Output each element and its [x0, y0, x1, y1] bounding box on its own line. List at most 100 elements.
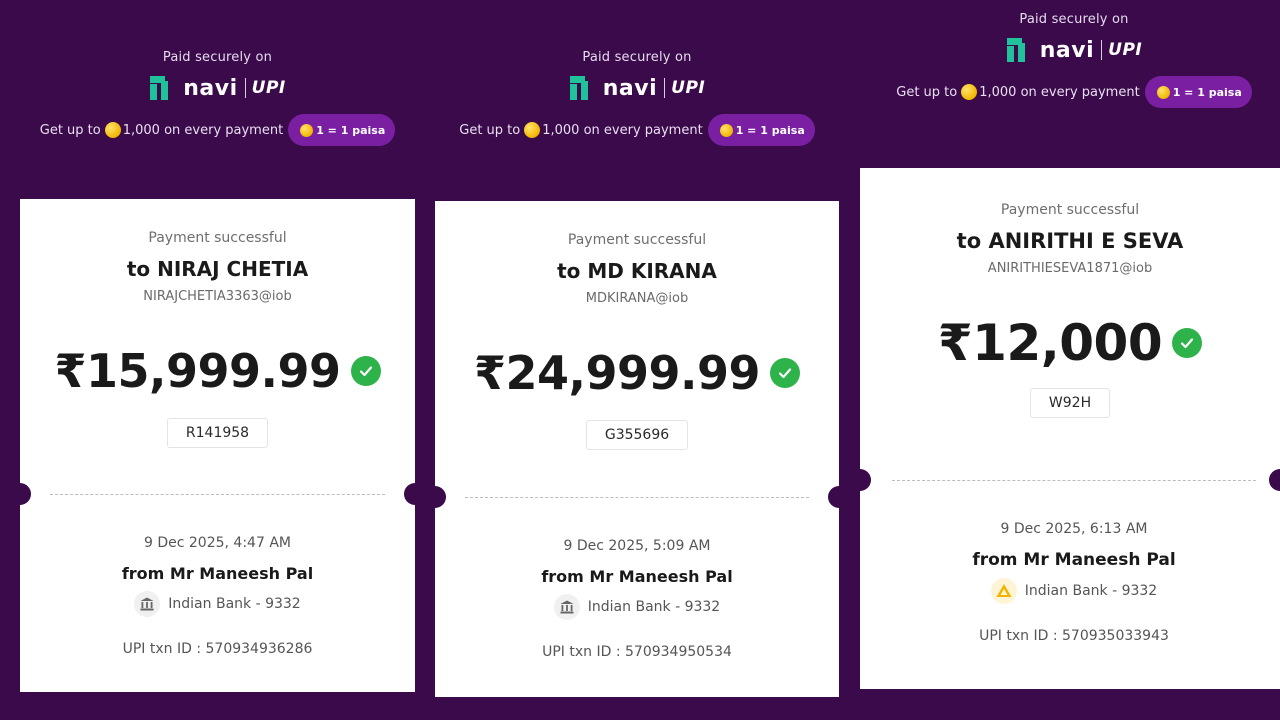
- coin-icon: [961, 84, 978, 100]
- promo-amount: 1,000 on every payment: [542, 122, 703, 138]
- promo-banner: Get up to 1,000 on every payment 1 = 1 p…: [896, 76, 1252, 108]
- indian-bank-logo-icon: [990, 578, 1017, 604]
- payee-vpa: ANIRITHIESEVA1871@iob: [987, 261, 1153, 276]
- payment-amount: ₹15,999.99: [54, 344, 341, 398]
- receipt-card: Payment successful to NIRAJ CHETIA NIRAJ…: [9, 199, 426, 692]
- paisa-label: 1 = 1 paisa: [735, 123, 805, 137]
- reference-code: G355696: [585, 420, 689, 450]
- navi-upi-logo: navi UPI: [1006, 36, 1142, 64]
- receipt-3: Paid securely on navi UPI Get up to 1,00…: [860, 0, 1280, 720]
- dashed-divider: [892, 480, 1256, 481]
- navi-logo-icon: [569, 76, 588, 100]
- coin-icon: [719, 123, 733, 137]
- promo-banner: Get up to 1,000 on every payment 1 = 1 p…: [459, 114, 815, 146]
- paid-securely-label: Paid securely on: [162, 50, 273, 65]
- ticket-notch-right: [1269, 469, 1280, 491]
- navi-wordmark: navi: [602, 75, 658, 101]
- payee-name: to NIRAJ CHETIA: [126, 257, 309, 281]
- payment-amount: ₹24,999.99: [473, 346, 761, 400]
- bank-account: Indian Bank - 9332: [990, 578, 1158, 604]
- upi-logo: UPI: [671, 78, 706, 98]
- payer-name: from Mr Maneesh Pal: [541, 567, 733, 586]
- upi-txn-id: UPI txn ID : 570935033943: [979, 628, 1169, 644]
- paisa-badge: 1 = 1 paisa: [1144, 76, 1252, 108]
- paisa-badge: 1 = 1 paisa: [707, 114, 815, 146]
- receipt-details: 9 Dec 2025, 5:09 AM from Mr Maneesh Pal …: [435, 538, 839, 660]
- success-check-icon: [1172, 328, 1203, 358]
- receipt-header: Paid securely on navi UPI Get up to 1,00…: [860, 12, 1280, 108]
- payment-status: Payment successful: [148, 230, 287, 246]
- ticket-notch-right: [404, 483, 426, 505]
- payment-status: Payment successful: [1000, 202, 1140, 218]
- paisa-badge: 1 = 1 paisa: [288, 114, 396, 146]
- logo-divider: [244, 78, 246, 98]
- paid-securely-label: Paid securely on: [1019, 12, 1129, 27]
- payment-amount: ₹12,000: [937, 314, 1163, 372]
- upi-txn-id: UPI txn ID : 570934936286: [122, 641, 313, 657]
- paid-securely-label: Paid securely on: [582, 50, 692, 65]
- payment-datetime: 9 Dec 2025, 4:47 AM: [144, 535, 291, 551]
- payment-datetime: 9 Dec 2025, 5:09 AM: [563, 538, 711, 554]
- bank-building-icon: [553, 594, 580, 620]
- bank-name: Indian Bank - 9332: [1024, 583, 1158, 599]
- bank-building-icon: [134, 591, 161, 617]
- payee-vpa: MDKIRANA@iob: [585, 291, 689, 306]
- promo-amount: 1,000 on every payment: [122, 122, 284, 138]
- receipt-1: Paid securely on navi UPI Get up to 1,00…: [9, 0, 426, 720]
- payee-name: to ANIRITHI E SEVA: [956, 229, 1184, 253]
- payment-datetime: 9 Dec 2025, 6:13 AM: [1000, 521, 1148, 537]
- coin-icon: [300, 123, 314, 137]
- amount-row: ₹24,999.99: [474, 346, 800, 400]
- paisa-label: 1 = 1 paisa: [316, 123, 386, 137]
- receipt-card: Payment successful to MD KIRANA MDKIRANA…: [424, 201, 850, 697]
- payment-status: Payment successful: [567, 232, 707, 248]
- reference-code: W92H: [1029, 388, 1111, 418]
- navi-wordmark: navi: [183, 75, 238, 101]
- payee-name: to MD KIRANA: [557, 259, 717, 283]
- receipt-card: Payment successful to ANIRITHI E SEVA AN…: [860, 168, 1280, 689]
- navi-upi-logo: navi UPI: [149, 74, 285, 102]
- promo-banner: Get up to 1,000 on every payment 1 = 1 p…: [40, 114, 396, 146]
- receipt-2: Paid securely on navi UPI Get up to 1,00…: [424, 0, 850, 720]
- dashed-divider: [50, 494, 385, 495]
- payer-name: from Mr Maneesh Pal: [972, 550, 1176, 570]
- ticket-notch-left: [860, 469, 871, 491]
- success-check-icon: [350, 356, 381, 386]
- receipt-header: Paid securely on navi UPI Get up to 1,00…: [435, 50, 839, 146]
- ticket-notch-right: [828, 486, 850, 508]
- navi-upi-logo: navi UPI: [569, 74, 705, 102]
- payee-vpa: NIRAJCHETIA3363@iob: [143, 289, 292, 304]
- ticket-notch-left: [9, 483, 31, 505]
- bank-name: Indian Bank - 9332: [587, 599, 721, 615]
- bank-name: Indian Bank - 9332: [168, 596, 301, 612]
- coin-icon: [104, 122, 121, 138]
- dashed-divider: [465, 497, 809, 498]
- coin-icon: [524, 122, 541, 138]
- receipt-header: Paid securely on navi UPI Get up to 1,00…: [20, 50, 415, 146]
- upi-logo: UPI: [251, 78, 286, 98]
- success-check-icon: [770, 358, 800, 388]
- logo-divider: [664, 78, 666, 98]
- payer-name: from Mr Maneesh Pal: [121, 564, 314, 583]
- receipts-collage: Paid securely on navi UPI Get up to 1,00…: [0, 0, 1280, 720]
- paisa-label: 1 = 1 paisa: [1172, 85, 1242, 99]
- logo-divider: [1101, 40, 1103, 60]
- navi-wordmark: navi: [1039, 37, 1095, 63]
- reference-code: R141958: [166, 418, 269, 448]
- reference-wrap: W92H: [860, 372, 1280, 418]
- upi-txn-id: UPI txn ID : 570934950534: [542, 644, 732, 660]
- amount-row: ₹12,000: [860, 314, 1280, 372]
- promo-prefix: Get up to: [39, 122, 101, 138]
- ticket-notch-left: [424, 486, 446, 508]
- navi-logo-icon: [150, 76, 169, 100]
- receipt-details: 9 Dec 2025, 4:47 AM from Mr Maneesh Pal …: [20, 535, 415, 657]
- navi-logo-icon: [1006, 38, 1025, 62]
- amount-row: ₹15,999.99: [54, 344, 381, 398]
- promo-prefix: Get up to: [459, 122, 521, 138]
- receipt-details: 9 Dec 2025, 6:13 AM from Mr Maneesh Pal …: [860, 521, 1280, 644]
- upi-logo: UPI: [1108, 40, 1143, 60]
- coin-icon: [1156, 85, 1170, 99]
- bank-account: Indian Bank - 9332: [134, 591, 301, 617]
- promo-prefix: Get up to: [896, 84, 958, 100]
- bank-account: Indian Bank - 9332: [553, 594, 721, 620]
